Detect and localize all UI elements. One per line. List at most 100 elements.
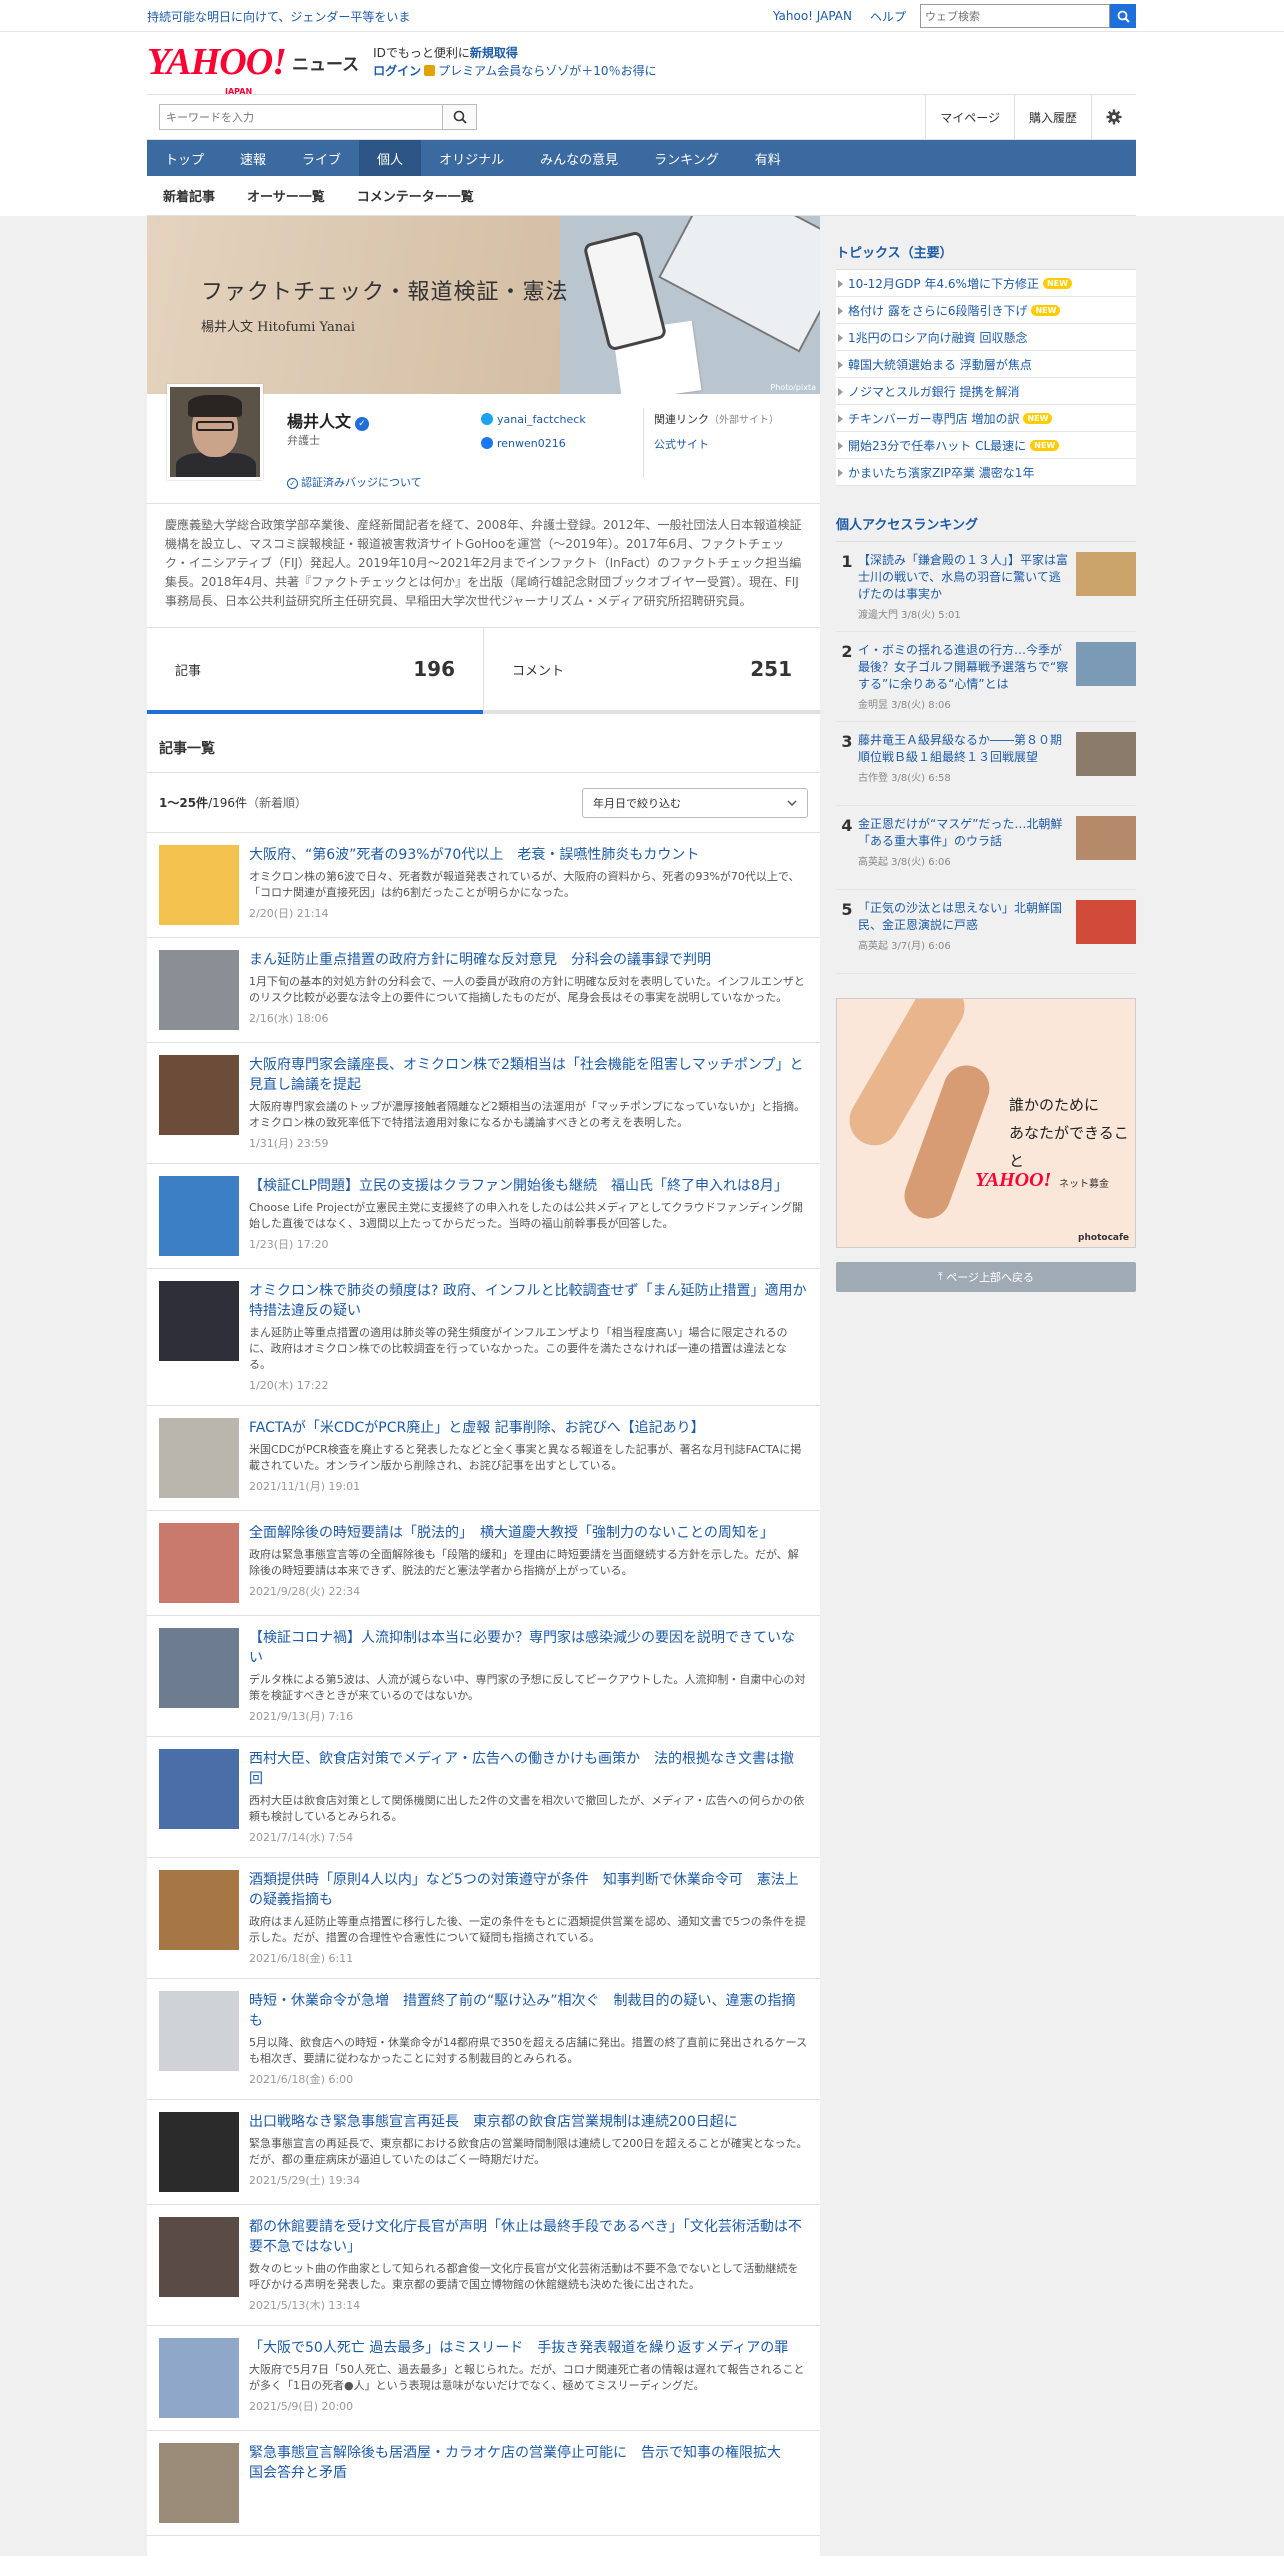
article-item[interactable]: 「大阪で50人死亡 過去最多」はミスリード 手抜き発表報道を繰り返すメディアの罪… xyxy=(147,2326,820,2431)
settings-button[interactable] xyxy=(1091,95,1136,139)
topic-item[interactable]: 韓国大統領選始まる 浮動層が焦点 xyxy=(836,351,1136,378)
keyword-input[interactable] xyxy=(159,104,443,130)
article-item[interactable]: 酒類提供時「原則4人以内」など5つの対策遵守が条件 知事判断で休業命令可 憲法上… xyxy=(147,1858,820,1979)
related-sub: （外部サイト） xyxy=(709,415,779,426)
article-title[interactable]: 大阪府、“第6波”死者の93%が70代以上 老衰・誤嚥性肺炎もカウント xyxy=(249,845,808,865)
article-list-heading: 記事一覧 xyxy=(147,714,820,773)
topic-text: 韓国大統領選始まる 浮動層が焦点 xyxy=(848,357,1032,372)
topic-item[interactable]: 開始23分で任奉ハット CL最速に NEW xyxy=(836,432,1136,459)
subnav-new-articles[interactable]: 新着記事 xyxy=(163,186,215,205)
topic-item[interactable]: かまいたち濱家ZIP卒業 濃密な1年 xyxy=(836,459,1136,486)
twitter-link[interactable]: yanai_factcheck xyxy=(481,408,586,432)
article-title[interactable]: FACTAが「米CDCがPCR廃止」と虚報 記事削除、お詫びへ【追記あり】 xyxy=(249,1418,808,1438)
signup-link[interactable]: 新規取得 xyxy=(470,46,518,60)
gnav-tab[interactable]: みんなの意見 xyxy=(522,140,636,176)
rank-thumbnail xyxy=(1076,552,1136,596)
gnav-tab[interactable]: ライブ xyxy=(284,140,359,176)
gnav-tab[interactable]: 有料 xyxy=(737,140,799,176)
topic-item[interactable]: 10-12月GDP 年4.6%増に下方修正 NEW xyxy=(836,270,1136,297)
article-item[interactable]: 西村大臣、飲食店対策でメディア・広告への働きかけも画策か 法的根拠なき文書は撤回… xyxy=(147,1737,820,1858)
ranking-item[interactable]: 1 【深読み「鎌倉殿の１３人」】平家は富士川の戦いで、水鳥の羽音に驚いて逃げたのは… xyxy=(836,542,1136,632)
gnav-tab[interactable]: 速報 xyxy=(222,140,284,176)
article-title[interactable]: 西村大臣、飲食店対策でメディア・広告への働きかけも画策か 法的根拠なき文書は撤回 xyxy=(249,1749,808,1789)
gnav-tab[interactable]: トップ xyxy=(147,140,222,176)
gnav-tab[interactable]: ランキング xyxy=(636,140,737,176)
article-thumbnail xyxy=(159,845,239,925)
article-item[interactable]: オミクロン株で肺炎の頻度は? 政府、インフルと比較調査せず「まん延防止措置」適用… xyxy=(147,1269,820,1406)
yahoo-japan-link[interactable]: Yahoo! JAPAN xyxy=(773,9,852,23)
topic-item[interactable]: ノジマとスルガ銀行 提携を解消 xyxy=(836,378,1136,405)
rank-title[interactable]: 金正恩だけが“マスゲ”だった…北朝鮮「ある重大事件」のウラ話 xyxy=(858,816,1070,850)
web-search xyxy=(920,4,1136,28)
article-item[interactable]: 出口戦略なき緊急事態宣言再延長 東京都の飲食店営業規制は連続200日超に 緊急事態… xyxy=(147,2100,820,2205)
article-item[interactable]: 【検証CLP問題】立民の支援はクラファン開始後も継続 福山氏「終了申入れは8月」… xyxy=(147,1164,820,1269)
article-date: 2021/9/13(月) 7:16 xyxy=(249,1710,354,1723)
article-title[interactable]: 大阪府専門家会議座長、オミクロン株で2類相当は「社会機能を阻害しマッチポンプ」と… xyxy=(249,1055,808,1095)
facebook-link[interactable]: renwen0216 xyxy=(481,432,586,456)
subnav-authors[interactable]: オーサー一覧 xyxy=(247,186,325,205)
date-filter-select[interactable]: 年月日で絞り込む xyxy=(582,787,808,818)
keyword-search-button[interactable] xyxy=(443,104,477,130)
article-item[interactable]: 全面解除後の時短要請は「脱法的」 横大道慶大教授「強制力のないことの周知を」 政府… xyxy=(147,1511,820,1616)
article-title[interactable]: 全面解除後の時短要請は「脱法的」 横大道慶大教授「強制力のないことの周知を」 xyxy=(249,1523,808,1543)
official-site-link[interactable]: 公式サイト xyxy=(654,438,709,451)
login-link[interactable]: ログイン xyxy=(373,64,421,78)
gnav-tab[interactable]: 個人 xyxy=(359,140,422,176)
ranking-item[interactable]: 3 藤井竜王Ａ級昇級なるか――第８０期順位戦Ｂ級１組最終１３回戦展望 古作登 3/8… xyxy=(836,722,1136,806)
article-title[interactable]: 時短・休業命令が急増 措置終了前の“駆け込み”相次ぐ 制裁目的の疑い、違憲の指摘… xyxy=(249,1991,808,2031)
article-title[interactable]: 酒類提供時「原則4人以内」など5つの対策遵守が条件 知事判断で休業命令可 憲法上… xyxy=(249,1870,808,1910)
rank-title[interactable]: 藤井竜王Ａ級昇級なるか――第８０期順位戦Ｂ級１組最終１３回戦展望 xyxy=(858,732,1070,766)
gnav-tab[interactable]: オリジナル xyxy=(421,140,522,176)
article-item[interactable]: 大阪府専門家会議座長、オミクロン株で2類相当は「社会機能を阻害しマッチポンプ」と… xyxy=(147,1043,820,1164)
article-item[interactable]: まん延防止重点措置の政府方針に明確な反対意見 分科会の議事録で判明 1月下旬の基本… xyxy=(147,938,820,1043)
content-tabs: 記事 196 コメント 251 xyxy=(147,628,820,714)
help-link[interactable]: ヘルプ xyxy=(870,8,906,25)
mypage-link[interactable]: マイページ xyxy=(925,95,1014,139)
count-total: /196件 xyxy=(208,796,248,810)
tab-articles[interactable]: 記事 196 xyxy=(147,628,483,710)
new-badge: NEW xyxy=(1023,412,1053,424)
rank-meta: 渡邊大門 3/8(火) 5:01 xyxy=(858,610,961,621)
topic-item[interactable]: チキンバーガー専門店 増加の訳 NEW xyxy=(836,405,1136,432)
article-thumbnail xyxy=(159,1055,239,1135)
ranking-item[interactable]: 5 「正気の沙汰とは思えない」北朝鮮国民、金正恩演説に戸惑 高英起 3/7(月) 6… xyxy=(836,890,1136,974)
donation-ad[interactable]: 誰かのために あなたができること YAHOO! ネット募金 photocafe xyxy=(836,998,1136,1248)
back-to-top-button[interactable]: ⤒ ページ上部へ戻る xyxy=(836,1262,1136,1292)
topic-item[interactable]: 格付け 露をさらに6段階引き下げ NEW xyxy=(836,297,1136,324)
article-item[interactable]: 時短・休業命令が急増 措置終了前の“駆け込み”相次ぐ 制裁目的の疑い、違憲の指摘… xyxy=(147,1979,820,2100)
article-title[interactable]: 「大阪で50人死亡 過去最多」はミスリード 手抜き発表報道を繰り返すメディアの罪 xyxy=(249,2338,808,2358)
article-item[interactable]: FACTAが「米CDCがPCR廃止」と虚報 記事削除、お詫びへ【追記あり】 米国C… xyxy=(147,1406,820,1511)
article-title[interactable]: 都の休館要請を受け文化庁長官が声明「休止は最終手段であるべき」「文化芸術活動は不… xyxy=(249,2217,808,2257)
rank-thumbnail xyxy=(1076,900,1136,944)
yahoo-news-logo[interactable]: YAHOO! JAPAN ニュース xyxy=(147,41,359,96)
article-title[interactable]: オミクロン株で肺炎の頻度は? 政府、インフルと比較調査せず「まん延防止措置」適用… xyxy=(249,1281,820,1321)
article-title[interactable]: まん延防止重点措置の政府方針に明確な反対意見 分科会の議事録で判明 xyxy=(249,950,808,970)
logo-text: YAHOO! xyxy=(147,41,287,83)
purchase-history-link[interactable]: 購入履歴 xyxy=(1013,95,1091,139)
article-item[interactable]: 大阪府、“第6波”死者の93%が70代以上 老衰・誤嚥性肺炎もカウント オミクロン… xyxy=(147,833,820,938)
article-title[interactable]: 緊急事態宣言解除後も居酒屋・カラオケ店の営業停止可能に 告示で知事の権限拡大 国… xyxy=(249,2443,808,2483)
article-title[interactable]: 【検証CLP問題】立民の支援はクラファン開始後も継続 福山氏「終了申入れは8月」 xyxy=(249,1176,808,1196)
ranking-item[interactable]: 2 イ・ボミの揺れる進退の行方…今季が最後？女子ゴルフ開幕戦予選落ちで“察する”に… xyxy=(836,632,1136,722)
article-date: 2/16(水) 18:06 xyxy=(249,1012,329,1025)
article-summary: 西村大臣は飲食店対策として関係機関に出した2件の文書を相次いで撤回したが、メディ… xyxy=(249,1794,805,1823)
article-item[interactable]: 緊急事態宣言解除後も居酒屋・カラオケ店の営業停止可能に 告示で知事の権限拡大 国… xyxy=(147,2431,820,2536)
promo-link[interactable]: 持続可能な明日に向けて、ジェンダー平等をいま xyxy=(147,8,755,25)
article-item[interactable]: 都の休館要請を受け文化庁長官が声明「休止は最終手段であるべき」「文化芸術活動は不… xyxy=(147,2205,820,2326)
web-search-input[interactable] xyxy=(920,4,1110,28)
article-item[interactable]: 【検証コロナ禍】人流抑制は本当に必要か？専門家は感染減少の要因を説明できていない… xyxy=(147,1616,820,1737)
topic-item[interactable]: 1兆円のロシア向け融資 回収懸念 xyxy=(836,324,1136,351)
rank-title[interactable]: 【深読み「鎌倉殿の１３人」】平家は富士川の戦いで、水鳥の羽音に驚いて逃げたのは事… xyxy=(858,552,1070,603)
facebook-handle: renwen0216 xyxy=(497,437,566,450)
verified-badge-link[interactable]: ✓ 認証済みバッジについて xyxy=(287,474,422,490)
tab-comments[interactable]: コメント 251 xyxy=(483,628,820,710)
article-title[interactable]: 【検証コロナ禍】人流抑制は本当に必要か？専門家は感染減少の要因を説明できていない xyxy=(249,1628,808,1668)
rank-title[interactable]: イ・ボミの揺れる進退の行方…今季が最後？女子ゴルフ開幕戦予選落ちで“察する”に余… xyxy=(858,642,1070,693)
subnav-commentators[interactable]: コメンテーター一覧 xyxy=(357,186,474,205)
premium-link[interactable]: プレミアム会員ならゾゾが＋10％お得に xyxy=(438,64,656,78)
author-bio: 慶應義塾大学総合政策学部卒業後、産経新聞記者を経て、2008年、弁護士登録。20… xyxy=(147,504,820,628)
ranking-item[interactable]: 4 金正恩だけが“マスゲ”だった…北朝鮮「ある重大事件」のウラ話 高英起 3/8(火… xyxy=(836,806,1136,890)
article-title[interactable]: 出口戦略なき緊急事態宣言再延長 東京都の飲食店営業規制は連続200日超に xyxy=(249,2112,808,2132)
rank-title[interactable]: 「正気の沙汰とは思えない」北朝鮮国民、金正恩演説に戸惑 xyxy=(858,900,1070,934)
web-search-button[interactable] xyxy=(1110,4,1136,28)
